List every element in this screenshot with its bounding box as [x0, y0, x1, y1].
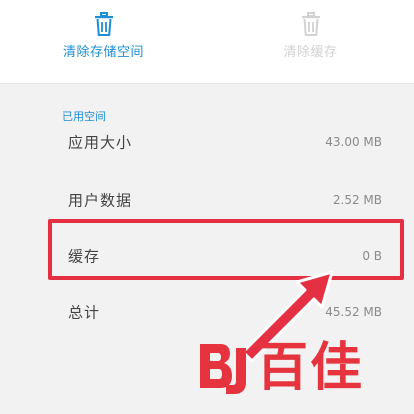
- clear-storage-button[interactable]: 清除存储空间: [0, 0, 207, 83]
- clear-cache-button[interactable]: 清除缓存: [207, 0, 414, 83]
- row-value: 2.52 MB: [332, 193, 382, 207]
- row-label: 总计: [68, 303, 101, 322]
- clear-cache-label: 清除缓存: [283, 45, 338, 60]
- cache-highlight-box: [48, 219, 404, 280]
- bj-logo-icon: [200, 344, 246, 394]
- trash-icon: [301, 12, 320, 36]
- watermark-text: 百佳: [256, 338, 365, 398]
- storage-row-total: 总计 45.52 MB: [0, 284, 414, 340]
- storage-actions-bar: 清除存储空间 清除缓存: [0, 0, 414, 84]
- watermark: 百佳: [196, 338, 396, 398]
- trash-icon: [94, 12, 113, 36]
- row-label: 用户数据: [68, 191, 133, 210]
- row-label: 应用大小: [68, 133, 133, 152]
- row-value: 45.52 MB: [325, 305, 382, 319]
- clear-storage-label: 清除存储空间: [62, 45, 144, 60]
- row-value: 43.00 MB: [325, 135, 382, 149]
- storage-row-app-size: 应用大小 43.00 MB: [0, 114, 414, 170]
